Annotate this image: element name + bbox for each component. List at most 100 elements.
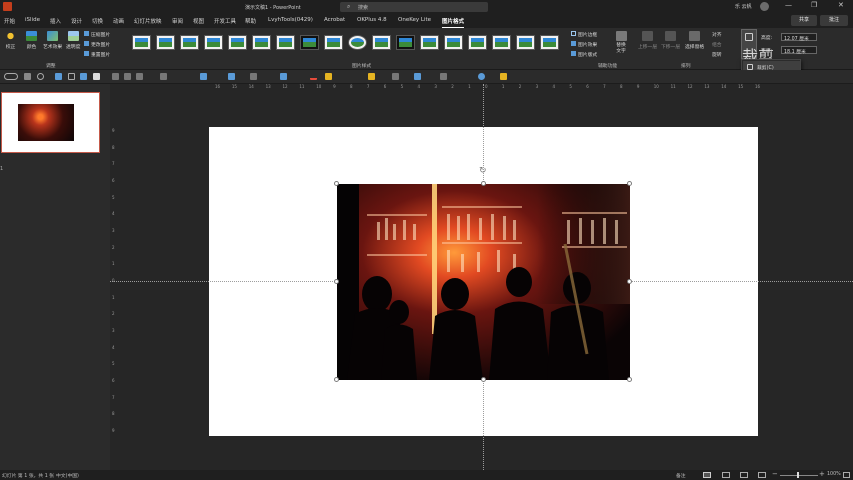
toggle-icon[interactable] <box>4 73 18 80</box>
picture-style-4[interactable] <box>204 35 223 50</box>
table-icon[interactable] <box>55 73 62 80</box>
picture-style-15[interactable] <box>468 35 487 50</box>
picture-style-16[interactable] <box>492 35 511 50</box>
resize-handle-top-center[interactable] <box>481 181 486 186</box>
tab-picture-format[interactable]: 图片格式 <box>442 17 465 28</box>
settings-icon[interactable] <box>478 73 485 80</box>
search-box[interactable]: ⌕ 搜索 <box>340 2 488 12</box>
picture-style-7[interactable] <box>276 35 295 50</box>
picture-style-13[interactable] <box>420 35 439 50</box>
rotate-handle-icon[interactable]: ↻ <box>479 166 487 176</box>
tab-lvyhtools[interactable]: LvyhTools(0429) <box>268 17 313 23</box>
fill-color-icon[interactable] <box>392 73 399 80</box>
compress-pictures-button[interactable]: 压缩图片 <box>84 31 110 38</box>
color-button[interactable]: 颜色 <box>26 31 37 50</box>
picture-layout-button[interactable]: 图片版式 <box>571 51 597 58</box>
tab-onekey[interactable]: OneKey Lite <box>398 17 431 23</box>
zoom-in-button[interactable]: + <box>819 470 825 478</box>
align-center-icon[interactable] <box>124 73 131 80</box>
send-backward-button[interactable]: 下移一层 <box>661 31 680 50</box>
undo-icon[interactable] <box>37 73 44 80</box>
picture-style-10[interactable] <box>348 35 367 50</box>
resize-handle-bottom-left[interactable] <box>334 377 339 382</box>
slideshow-icon[interactable] <box>758 472 766 478</box>
width-input[interactable]: 18.1 厘米 <box>781 46 817 55</box>
zoom-level[interactable]: 100% <box>827 472 841 477</box>
zoom-slider[interactable] <box>780 475 818 476</box>
close-button[interactable]: ✕ <box>838 1 844 9</box>
picture-effects-button[interactable]: 图片效果 <box>571 41 597 48</box>
highlight-icon[interactable] <box>325 73 332 80</box>
app-menu-icon[interactable] <box>3 2 12 11</box>
crop-button[interactable]: 裁剪 <box>741 29 774 66</box>
copy-icon[interactable] <box>280 73 287 80</box>
transparency-button[interactable]: 透明度 <box>66 31 80 50</box>
tab-transitions[interactable]: 切换 <box>92 17 103 25</box>
tab-animations[interactable]: 动画 <box>113 17 124 25</box>
tab-okplus[interactable]: OKPlus 4.8 <box>357 17 387 23</box>
selection-pane-button[interactable]: 选择窗格 <box>685 31 704 50</box>
resize-handle-bottom-center[interactable] <box>481 377 486 382</box>
resize-handle-bottom-right[interactable] <box>627 377 632 382</box>
reading-view-icon[interactable] <box>740 472 748 478</box>
picture-style-9[interactable] <box>324 35 343 50</box>
picture-style-8[interactable] <box>300 35 319 50</box>
normal-view-icon[interactable] <box>703 472 711 478</box>
tab-insert[interactable]: 插入 <box>50 17 61 25</box>
crop-qat-icon[interactable] <box>440 73 447 80</box>
artistic-effects-button[interactable]: 艺术效果 <box>43 31 62 50</box>
zoom-out-button[interactable]: − <box>772 470 778 478</box>
tab-review[interactable]: 审阅 <box>172 17 183 25</box>
rotate-button[interactable]: 旋转 <box>712 51 722 58</box>
language[interactable]: 中文(中国) <box>56 472 79 479</box>
avatar[interactable] <box>760 2 769 11</box>
bring-forward-button[interactable]: 上移一层 <box>638 31 657 50</box>
align-button[interactable]: 对齐 <box>712 31 722 38</box>
alt-text-button[interactable]: 替换文字 <box>614 31 628 55</box>
tab-home[interactable]: 开始 <box>4 17 15 25</box>
maximize-button[interactable]: ❐ <box>811 1 817 9</box>
picture-style-12[interactable] <box>396 35 415 50</box>
tab-developer[interactable]: 开发工具 <box>214 17 236 25</box>
comment-button[interactable]: 批注 <box>820 15 848 26</box>
correct-button[interactable]: 校正 <box>5 31 16 50</box>
shape-fill-icon[interactable] <box>93 73 100 80</box>
bar-photo[interactable] <box>337 184 630 380</box>
picture-style-5[interactable] <box>228 35 247 50</box>
picture-style-1[interactable] <box>132 35 151 50</box>
resize-handle-top-right[interactable] <box>627 181 632 186</box>
tab-slideshow[interactable]: 幻灯片放映 <box>134 17 162 25</box>
color-picker-icon[interactable] <box>500 73 507 80</box>
zoom-slider-thumb[interactable] <box>797 472 799 478</box>
picture-style-3[interactable] <box>180 35 199 50</box>
notes-button[interactable]: 备注 <box>676 472 686 479</box>
change-picture-button[interactable]: 更改图片 <box>84 41 110 48</box>
distribute-icon[interactable] <box>160 73 167 80</box>
slide-sorter-icon[interactable] <box>722 472 730 478</box>
tab-help[interactable]: 帮助 <box>245 17 256 25</box>
align-left-icon[interactable] <box>112 73 119 80</box>
tab-acrobat[interactable]: Acrobat <box>324 17 345 23</box>
text-box-icon[interactable] <box>68 73 75 80</box>
tab-design[interactable]: 设计 <box>71 17 82 25</box>
format-painter-icon[interactable] <box>368 73 375 80</box>
save-icon[interactable] <box>24 73 31 80</box>
align-right-icon[interactable] <box>136 73 143 80</box>
rotate-icon[interactable] <box>250 73 257 80</box>
resize-handle-middle-right[interactable] <box>627 279 632 284</box>
group-icon[interactable] <box>200 73 207 80</box>
resize-handle-top-left[interactable] <box>334 181 339 186</box>
user-name[interactable]: 乐 云帆 <box>735 3 752 10</box>
format-icon[interactable] <box>80 73 87 80</box>
picture-style-11[interactable] <box>372 35 391 50</box>
picture-style-14[interactable] <box>444 35 463 50</box>
minimize-button[interactable]: — <box>785 1 792 9</box>
picture-style-17[interactable] <box>516 35 535 50</box>
tab-view[interactable]: 视图 <box>193 17 204 25</box>
picture-style-18[interactable] <box>540 35 559 50</box>
picture-border-button[interactable]: 图片边框 <box>571 31 597 38</box>
slide-thumbnail[interactable] <box>1 92 100 153</box>
tab-islide[interactable]: iSlide <box>25 17 40 23</box>
fit-to-window-icon[interactable] <box>843 472 850 478</box>
font-color-icon[interactable] <box>310 73 317 80</box>
